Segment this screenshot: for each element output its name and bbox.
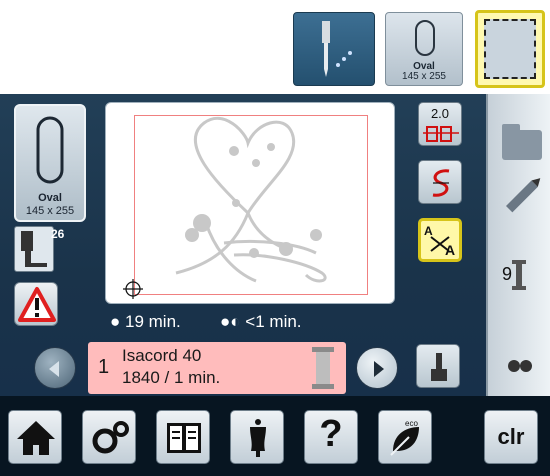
thread-brand: Isacord 40 <box>122 346 202 365</box>
needle-count-icon: 9 <box>502 260 526 290</box>
warning-icon <box>18 287 56 322</box>
thread-color-bar[interactable]: 1 Isacord 40 1840 / 1 min. <box>88 342 346 394</box>
color-time: ●◐ <1 min. <box>220 312 302 332</box>
hoop-name: Oval <box>38 192 62 204</box>
scale-value: 2.0 <box>430 106 450 121</box>
thread-spool-icon <box>312 347 334 389</box>
folder-icon <box>502 124 542 160</box>
home-button[interactable] <box>8 410 62 464</box>
clock-icon: ● <box>220 312 231 331</box>
help-label: ? <box>319 413 343 455</box>
lettering-icon: A A <box>424 224 455 258</box>
color-time-value: <1 min. <box>245 312 302 331</box>
lettering-button[interactable]: A A <box>418 218 462 262</box>
right-sidebar: 9 <box>486 94 550 396</box>
eco-label: eco <box>405 419 418 428</box>
clear-button[interactable]: clr <box>484 410 538 464</box>
thread-detail: 1840 / 1 min. <box>122 368 221 387</box>
help-button[interactable]: ? <box>304 410 358 464</box>
arrow-left-icon <box>49 361 59 377</box>
needle-icon <box>322 21 352 77</box>
total-time-value: 19 min. <box>125 312 181 331</box>
bottom-toolbar: ? eco clr <box>0 396 550 476</box>
total-time: ● 19 min. <box>110 312 181 332</box>
book-icon <box>167 423 201 453</box>
gear-icon <box>92 421 129 454</box>
hoop-size: 145 x 255 <box>402 71 446 82</box>
hoop-button[interactable]: Oval 145 x 255 <box>14 104 86 222</box>
previous-color-button[interactable] <box>34 347 76 389</box>
embroidery-preview[interactable] <box>105 102 395 304</box>
stitch-out-button[interactable] <box>416 344 460 388</box>
thread-cutter-icon <box>508 360 532 372</box>
sidebar-icons: 9 <box>502 124 542 372</box>
scale-icon <box>423 126 459 142</box>
crosshair-icon <box>123 279 143 299</box>
presser-foot-number: 26 <box>51 227 65 241</box>
needle-button[interactable] <box>293 12 375 86</box>
frame-icon <box>484 19 536 79</box>
svg-text:9: 9 <box>502 264 512 284</box>
clear-label: clr <box>497 424 525 449</box>
svg-text:A: A <box>424 224 433 238</box>
hoop-size: 145 x 255 <box>25 205 75 217</box>
home-icon <box>17 421 55 455</box>
floral-heart-design <box>123 116 327 299</box>
presser-foot-icon <box>21 231 47 267</box>
clock-icon: ● <box>110 312 121 331</box>
pencil-icon <box>505 178 541 213</box>
brush-icon <box>431 353 447 381</box>
warning-button[interactable] <box>14 282 58 326</box>
hoop-select-button[interactable]: Oval 145 x 255 <box>385 12 463 86</box>
embroidery-frame-button[interactable] <box>475 10 545 88</box>
setup-button[interactable] <box>82 410 136 464</box>
mirror-button[interactable] <box>418 160 462 204</box>
eco-button[interactable]: eco <box>378 410 432 464</box>
scale-button[interactable]: 2.0 <box>418 102 462 146</box>
thread-index: 1 <box>98 356 110 378</box>
oval-hoop-icon <box>415 20 435 56</box>
presser-foot-button[interactable]: 26 <box>14 226 64 272</box>
main-panel: Oval 145 x 255 26 ● 19 min. ●◐ <1 min. 2… <box>0 94 550 396</box>
next-color-button[interactable] <box>356 347 398 389</box>
creative-consultant-button[interactable] <box>230 410 284 464</box>
oval-hoop-icon <box>36 116 64 184</box>
color-palette-icon: ◐ <box>230 312 241 331</box>
arrow-right-icon <box>374 361 384 377</box>
tutorial-button[interactable] <box>156 410 210 464</box>
dress-form-icon <box>250 419 266 457</box>
mirror-icon <box>432 169 450 197</box>
